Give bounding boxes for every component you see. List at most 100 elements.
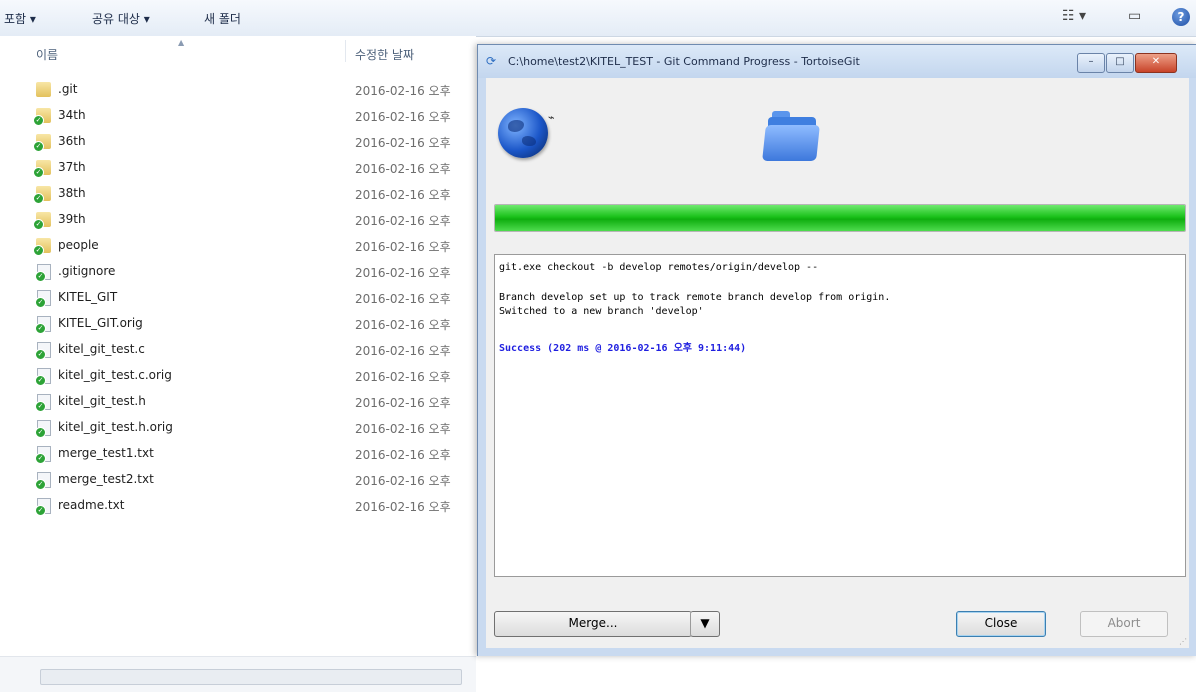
git-status-ok-icon: ✓	[35, 297, 46, 308]
file-row[interactable]: ✓ .gitignore 2016-02-16 오후	[0, 260, 476, 286]
dialog-client-area: ⌁ git.exe checkout -b develop remotes/or…	[486, 78, 1189, 648]
git-status-ok-icon: ✓	[33, 141, 44, 152]
file-row[interactable]: .git 2016-02-16 오후	[0, 78, 476, 104]
minimize-button[interactable]: –	[1077, 53, 1105, 73]
git-status-ok-icon: ✓	[35, 375, 46, 386]
file-icon: ✓	[35, 290, 51, 308]
file-modified-date: 2016-02-16 오후	[355, 500, 451, 514]
scrollbar-thumb[interactable]	[40, 669, 462, 685]
folder-icon	[762, 111, 822, 161]
dialog-titlebar[interactable]: ⟳ C:\home\test2\KITEL_TEST - Git Command…	[478, 45, 1196, 78]
abort-button: Abort	[1080, 611, 1168, 637]
git-status-ok-icon: ✓	[35, 271, 46, 282]
git-status-ok-icon: ✓	[33, 193, 44, 204]
file-row[interactable]: ✓ 37th 2016-02-16 오후	[0, 156, 476, 182]
git-progress-dialog: ⟳ C:\home\test2\KITEL_TEST - Git Command…	[477, 44, 1196, 656]
close-window-button[interactable]: ✕	[1135, 53, 1177, 73]
file-modified-date: 2016-02-16 오후	[355, 448, 451, 462]
file-name: KITEL_GIT	[58, 290, 118, 304]
file-name: people	[58, 238, 99, 252]
tortoisegit-icon: ⟳	[486, 54, 497, 68]
file-icon: ✓	[35, 420, 51, 438]
column-separator[interactable]	[345, 40, 346, 62]
git-status-ok-icon: ✓	[33, 167, 44, 178]
file-row[interactable]: ✓ kitel_git_test.h 2016-02-16 오후	[0, 390, 476, 416]
file-row[interactable]: ✓ 38th 2016-02-16 오후	[0, 182, 476, 208]
git-status-ok-icon: ✓	[33, 219, 44, 230]
file-modified-date: 2016-02-16 오후	[355, 292, 451, 306]
preview-pane-icon[interactable]: ▭	[1128, 8, 1141, 24]
help-icon[interactable]: ?	[1172, 8, 1190, 26]
file-modified-date: 2016-02-16 오후	[355, 214, 451, 228]
network-plug-icon: ⌁	[548, 111, 555, 124]
file-row[interactable]: ✓ people 2016-02-16 오후	[0, 234, 476, 260]
folder-icon: ✓	[33, 186, 51, 204]
file-row[interactable]: ✓ kitel_git_test.h.orig 2016-02-16 오후	[0, 416, 476, 442]
file-icon: ✓	[35, 342, 51, 360]
horizontal-scrollbar[interactable]	[0, 656, 476, 692]
include-in-library-menu[interactable]: 포함 ▾	[4, 10, 36, 27]
file-modified-date: 2016-02-16 오후	[355, 474, 451, 488]
git-status-ok-icon: ✓	[35, 323, 46, 334]
file-name: kitel_git_test.h	[58, 394, 146, 408]
maximize-button[interactable]: □	[1106, 53, 1134, 73]
file-row[interactable]: ✓ 34th 2016-02-16 오후	[0, 104, 476, 130]
file-row[interactable]: ✓ merge_test2.txt 2016-02-16 오후	[0, 468, 476, 494]
file-modified-date: 2016-02-16 오후	[355, 136, 451, 150]
dialog-title: C:\home\test2\KITEL_TEST - Git Command P…	[508, 55, 860, 68]
view-options-icon[interactable]: ☷ ▾	[1062, 8, 1086, 24]
file-name: kitel_git_test.c.orig	[58, 368, 172, 382]
file-row[interactable]: ✓ 36th 2016-02-16 오후	[0, 130, 476, 156]
progress-fill	[495, 205, 1185, 231]
column-header-name[interactable]: 이름	[36, 46, 58, 63]
file-modified-date: 2016-02-16 오후	[355, 370, 451, 384]
file-icon: ✓	[35, 264, 51, 282]
resize-grip[interactable]: ⋰	[1179, 637, 1187, 646]
sort-ascending-icon: ▲	[178, 38, 185, 47]
file-modified-date: 2016-02-16 오후	[355, 422, 451, 436]
file-modified-date: 2016-02-16 오후	[355, 396, 451, 410]
file-row[interactable]: ✓ 39th 2016-02-16 오후	[0, 208, 476, 234]
close-button[interactable]: Close	[956, 611, 1046, 637]
file-name: 39th	[58, 212, 86, 226]
file-icon: ✓	[35, 368, 51, 386]
git-status-ok-icon: ✓	[35, 427, 46, 438]
file-row[interactable]: ✓ readme.txt 2016-02-16 오후	[0, 494, 476, 520]
explorer-toolbar: 포함 ▾ 공유 대상 ▾ 새 폴더 ☷ ▾ ▭ ?	[0, 0, 1196, 37]
git-status-ok-icon: ✓	[35, 349, 46, 360]
file-name: .gitignore	[58, 264, 116, 278]
file-list: 이름 ▲ 수정한 날짜 .git 2016-02-16 오후 ✓ 34th 2016-0…	[0, 36, 476, 692]
file-name: merge_test2.txt	[58, 472, 154, 486]
command-output-log[interactable]: git.exe checkout -b develop remotes/orig…	[494, 254, 1186, 577]
file-row[interactable]: ✓ KITEL_GIT.orig 2016-02-16 오후	[0, 312, 476, 338]
new-folder-button[interactable]: 새 폴더	[204, 10, 241, 27]
file-row[interactable]: ✓ kitel_git_test.c 2016-02-16 오후	[0, 338, 476, 364]
file-modified-date: 2016-02-16 오후	[355, 240, 451, 254]
merge-dropdown-arrow[interactable]: ▼	[690, 611, 720, 637]
file-name: 38th	[58, 186, 86, 200]
file-modified-date: 2016-02-16 오후	[355, 162, 451, 176]
file-name: 36th	[58, 134, 86, 148]
log-output-line: Switched to a new branch 'develop'	[499, 306, 704, 317]
file-row[interactable]: ✓ kitel_git_test.c.orig 2016-02-16 오후	[0, 364, 476, 390]
log-output-line: Branch develop set up to track remote br…	[499, 292, 891, 303]
file-row[interactable]: ✓ merge_test1.txt 2016-02-16 오후	[0, 442, 476, 468]
log-command-line: git.exe checkout -b develop remotes/orig…	[499, 262, 819, 273]
globe-icon	[498, 108, 548, 158]
file-modified-date: 2016-02-16 오후	[355, 110, 451, 124]
file-name: readme.txt	[58, 498, 125, 512]
column-header-modified[interactable]: 수정한 날짜	[355, 46, 414, 63]
file-icon: ✓	[35, 446, 51, 464]
file-modified-date: 2016-02-16 오후	[355, 266, 451, 280]
merge-button[interactable]: Merge...	[494, 611, 692, 637]
git-status-ok-icon: ✓	[35, 401, 46, 412]
file-modified-date: 2016-02-16 오후	[355, 344, 451, 358]
file-name: .git	[58, 82, 78, 96]
file-name: merge_test1.txt	[58, 446, 154, 460]
file-icon: ✓	[35, 316, 51, 334]
file-icon: ✓	[35, 394, 51, 412]
file-row[interactable]: ✓ KITEL_GIT 2016-02-16 오후	[0, 286, 476, 312]
file-icon: ✓	[35, 472, 51, 490]
git-status-ok-icon: ✓	[33, 245, 44, 256]
share-with-menu[interactable]: 공유 대상 ▾	[92, 10, 150, 27]
